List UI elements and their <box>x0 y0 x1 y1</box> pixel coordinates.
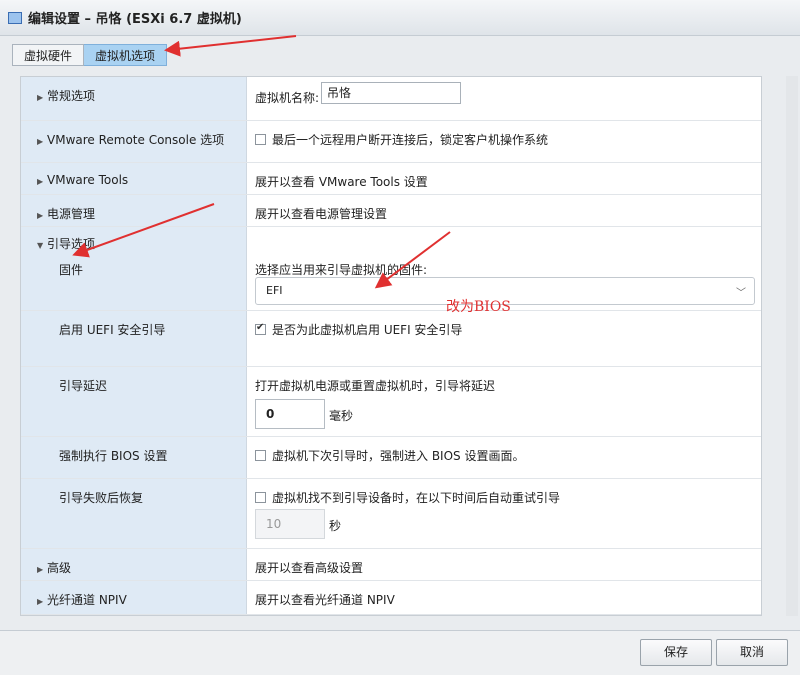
expand-arrow-icon[interactable]: ▶ <box>37 565 47 574</box>
annotation-text: 改为BIOS <box>446 299 511 315</box>
dialog-title: 编辑设置 – 吊恪 (ESXi 6.7 虚拟机) <box>28 12 242 27</box>
row-power-header[interactable]: ▶ 电源管理 <box>21 195 247 226</box>
failed-recovery-value: 10 <box>266 517 282 531</box>
expand-arrow-icon[interactable]: ▶ <box>37 177 47 186</box>
boot-delay-unit: 毫秒 <box>329 409 354 423</box>
secure-boot-checkbox[interactable] <box>255 322 266 335</box>
tab-bar: 虚拟硬件 虚拟机选项 <box>12 44 168 66</box>
general-label: 常规选项 <box>47 89 96 103</box>
row-boot-header[interactable]: ▼ 引导选项 <box>21 227 247 255</box>
row-vmrc: ▶ VMware Remote Console 选项 最后一个远程用户断开连接后，… <box>21 121 761 163</box>
npiv-label: 光纤通道 NPIV <box>47 593 127 607</box>
row-firmware: 固件 选择应当用来引导虚拟机的固件: EFI ﹀ <box>21 255 761 311</box>
vmrc-lock-text: 最后一个远程用户断开连接后，锁定客户机操作系统 <box>272 133 549 147</box>
failed-recovery-input[interactable]: 10 <box>255 509 325 539</box>
expand-arrow-icon[interactable]: ▶ <box>37 137 47 146</box>
boot-delay-label: 引导延迟 <box>59 379 108 393</box>
row-npiv: ▶ 光纤通道 NPIV 展开以查看光纤通道 NPIV <box>21 581 761 615</box>
force-bios-label: 强制执行 BIOS 设置 <box>59 449 168 463</box>
vm-name-input[interactable]: 吊恪 <box>321 82 461 104</box>
failed-recovery-unit: 秒 <box>329 519 342 533</box>
boot-label: 引导选项 <box>47 237 96 251</box>
firmware-label: 固件 <box>59 263 84 277</box>
expand-arrow-icon[interactable]: ▶ <box>37 597 47 606</box>
save-button[interactable]: 保存 <box>640 639 712 666</box>
secure-boot-label: 启用 UEFI 安全引导 <box>59 323 166 337</box>
vm-name-label: 虚拟机名称: <box>255 91 320 105</box>
chevron-down-icon: ﹀ <box>736 288 746 299</box>
failed-recovery-label: 引导失败后恢复 <box>59 491 144 505</box>
row-advanced: ▶ 高级 展开以查看高级设置 <box>21 549 761 581</box>
expand-arrow-icon[interactable]: ▶ <box>37 211 47 220</box>
row-power: ▶ 电源管理 展开以查看电源管理设置 <box>21 195 761 227</box>
force-bios-text: 虚拟机下次引导时，强制进入 BIOS 设置画面。 <box>272 449 525 463</box>
tools-text: 展开以查看 VMware Tools 设置 <box>255 175 428 189</box>
vmrc-lock-checkbox[interactable] <box>255 134 266 145</box>
power-text: 展开以查看电源管理设置 <box>255 207 388 221</box>
row-advanced-header[interactable]: ▶ 高级 <box>21 549 247 580</box>
advanced-text: 展开以查看高级设置 <box>255 561 364 575</box>
npiv-text: 展开以查看光纤通道 NPIV <box>255 593 395 607</box>
vmrc-label: VMware Remote Console 选项 <box>47 133 225 147</box>
row-secure-boot: 启用 UEFI 安全引导 是否为此虚拟机启用 UEFI 安全引导 <box>21 311 761 367</box>
row-npiv-header[interactable]: ▶ 光纤通道 NPIV <box>21 581 247 614</box>
force-bios-checkbox[interactable] <box>255 450 266 461</box>
row-general: ▶ 常规选项 虚拟机名称: 吊恪 <box>21 77 761 121</box>
power-label: 电源管理 <box>47 207 96 221</box>
failed-recovery-text: 虚拟机找不到引导设备时，在以下时间后自动重试引导 <box>272 491 561 505</box>
settings-panel: ▶ 常规选项 虚拟机名称: 吊恪 ▶ VMware Remote Console 选… <box>20 76 762 616</box>
advanced-label: 高级 <box>47 561 72 575</box>
row-tools-header[interactable]: ▶ VMware Tools <box>21 163 247 194</box>
firmware-selected-value: EFI <box>266 284 283 297</box>
row-general-header[interactable]: ▶ 常规选项 <box>21 77 247 120</box>
failed-recovery-checkbox[interactable] <box>255 492 266 503</box>
title-bar: 编辑设置 – 吊恪 (ESXi 6.7 虚拟机) <box>0 0 800 36</box>
row-boot-delay: 引导延迟 打开虚拟机电源或重置虚拟机时，引导将延迟 0 毫秒 <box>21 367 761 437</box>
vertical-scrollbar[interactable] <box>786 76 798 616</box>
row-vmrc-header[interactable]: ▶ VMware Remote Console 选项 <box>21 121 247 162</box>
boot-delay-value: 0 <box>266 407 275 421</box>
boot-delay-input[interactable]: 0 <box>255 399 325 429</box>
tab-vm-options[interactable]: 虚拟机选项 <box>84 44 168 66</box>
cancel-button[interactable]: 取消 <box>716 639 788 666</box>
dialog-footer: 保存 取消 <box>0 630 800 675</box>
secure-boot-text: 是否为此虚拟机启用 UEFI 安全引导 <box>272 323 463 337</box>
row-tools: ▶ VMware Tools 展开以查看 VMware Tools 设置 <box>21 163 761 195</box>
arrow-to-vm-options-tab <box>164 35 297 57</box>
tab-virtual-hardware[interactable]: 虚拟硬件 <box>12 44 85 66</box>
vm-icon <box>8 11 22 24</box>
expand-arrow-icon[interactable]: ▶ <box>37 93 47 102</box>
boot-delay-text: 打开虚拟机电源或重置虚拟机时，引导将延迟 <box>255 379 496 393</box>
collapse-arrow-icon[interactable]: ▼ <box>37 241 47 250</box>
row-failed-recovery: 引导失败后恢复 虚拟机找不到引导设备时，在以下时间后自动重试引导 10 秒 <box>21 479 761 549</box>
firmware-prompt: 选择应当用来引导虚拟机的固件: <box>255 263 428 277</box>
row-boot: ▼ 引导选项 <box>21 227 761 255</box>
row-force-bios: 强制执行 BIOS 设置 虚拟机下次引导时，强制进入 BIOS 设置画面。 <box>21 437 761 479</box>
tools-label: VMware Tools <box>47 173 129 187</box>
